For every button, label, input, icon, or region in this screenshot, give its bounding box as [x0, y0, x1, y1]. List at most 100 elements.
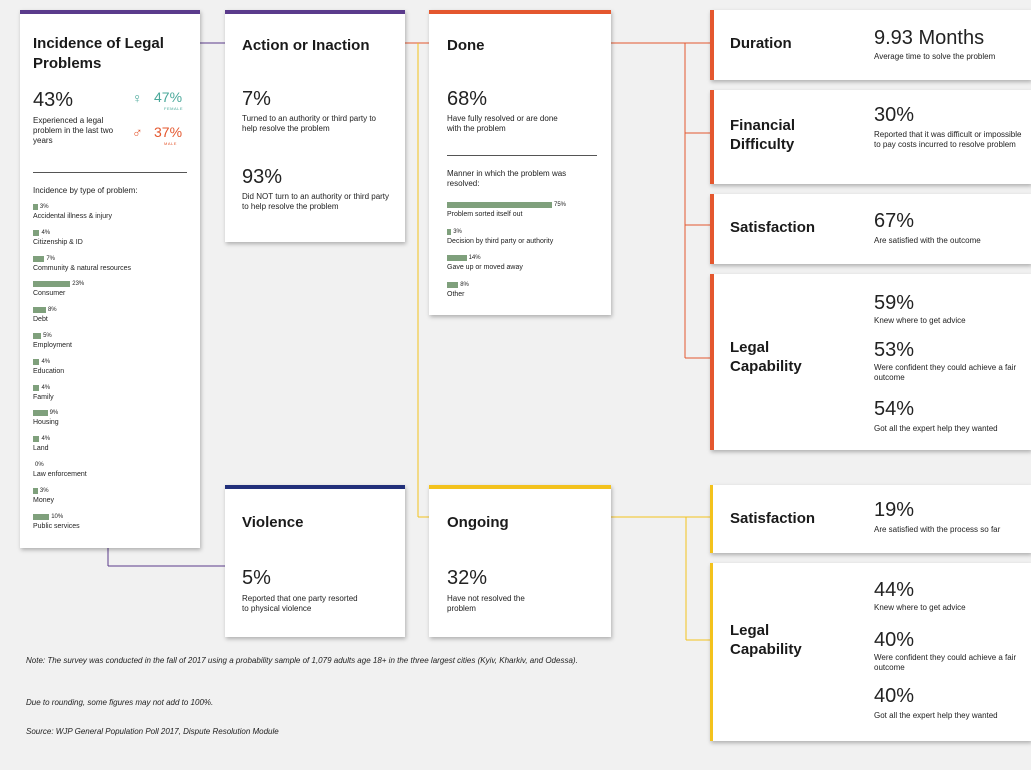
- incidence-description: Experienced a legal problem in the last …: [33, 116, 114, 145]
- type-bar-label: Employment: [33, 342, 72, 349]
- type-bar-label: Community & natural resources: [33, 264, 132, 272]
- capability-value-2: 53%: [874, 339, 915, 361]
- ongoing-percent: 32%: [447, 567, 488, 589]
- manner-bar-label: Problem sorted itself out: [447, 211, 523, 218]
- incidence-percent: 43%: [33, 89, 74, 111]
- duration-description: Average time to solve the problem: [874, 52, 996, 61]
- duration-value: 9.93 Months: [874, 27, 985, 49]
- male-icon: ♂: [132, 124, 143, 140]
- type-bar-value: 4%: [41, 358, 51, 365]
- source-note: Source: WJP General Population Poll 2017…: [26, 727, 279, 736]
- satisfaction-title: Satisfaction: [730, 219, 816, 236]
- satisfaction-card-done: Satisfaction 67% Are satisfied with the …: [710, 194, 1031, 264]
- satisfaction-description: Are satisfied with the process so far: [874, 525, 1001, 534]
- type-bar-label: Consumer: [33, 290, 66, 298]
- ongoing-title: Ongoing: [447, 514, 509, 531]
- type-bar-value: 8%: [47, 307, 57, 314]
- done-description: Have fully resolved or are done with the…: [447, 114, 558, 133]
- type-bar-value: 5%: [43, 333, 52, 339]
- satisfaction-value: 19%: [874, 499, 915, 521]
- type-bar: [33, 358, 40, 365]
- capability-card-ongoing: Legal Capability 44% Knew where to get a…: [710, 563, 1031, 741]
- type-bar-label: Accidental illness & injury: [33, 213, 112, 220]
- capability-desc-3: Got all the expert help they wanted: [874, 424, 998, 433]
- duration-card: Duration 9.93 Months Average time to sol…: [710, 10, 1031, 80]
- type-bar: [33, 255, 45, 262]
- done-title: Done: [447, 37, 485, 54]
- duration-title: Duration: [730, 35, 792, 52]
- done-percent: 68%: [447, 88, 488, 110]
- violence-description: Reported that one party resorted to phys…: [242, 594, 358, 613]
- manner-bar-label: Decision by third party or authority: [447, 237, 554, 245]
- manner-bar: [447, 202, 552, 208]
- type-bar-label: Land: [33, 445, 49, 453]
- type-bar-value: 7%: [46, 255, 55, 262]
- male-label: MALE: [164, 141, 177, 146]
- type-bar-value: 4%: [41, 229, 51, 236]
- female-percent: 47%: [154, 89, 183, 105]
- incidence-title: Incidence of Legal Problems: [33, 35, 164, 72]
- manner-bar-value: 3%: [453, 228, 462, 235]
- type-bar: [33, 384, 40, 391]
- divider: [33, 172, 187, 173]
- capability-value-3: 54%: [874, 398, 915, 420]
- type-bar-label: Education: [33, 367, 65, 375]
- financial-card: Financial Difficulty 30% Reported that i…: [710, 90, 1031, 184]
- action-desc-2: Did NOT turn to an authority or third pa…: [242, 192, 390, 211]
- type-bar: [33, 281, 71, 288]
- ongoing-description: Have not resolved the problem: [447, 594, 525, 613]
- capability-value-1: 59%: [874, 292, 915, 314]
- by-type-title: Incidence by type of problem:: [33, 186, 138, 195]
- female-label: FEMALE: [164, 106, 184, 111]
- type-bar-value: 3%: [39, 204, 49, 210]
- action-percent-2: 93%: [242, 166, 283, 188]
- survey-note: Note: The survey was conducted in the fa…: [26, 656, 578, 665]
- capability-value-1: 44%: [874, 579, 915, 601]
- type-bar-value: 23%: [72, 281, 85, 288]
- type-bar: [33, 333, 42, 339]
- financial-value: 30%: [874, 104, 915, 126]
- manner-title: Manner in which the problem was resolved…: [447, 169, 567, 188]
- type-bar: [33, 307, 46, 314]
- satisfaction-value: 67%: [874, 210, 915, 232]
- capability-title: Legal Capability: [730, 339, 802, 375]
- ongoing-card: Ongoing 32% Have not resolved the proble…: [429, 485, 611, 637]
- female-icon: ♀: [132, 90, 143, 106]
- type-bar-label: Family: [33, 393, 54, 401]
- male-percent: 37%: [154, 124, 183, 140]
- type-bar-value: 3%: [39, 487, 49, 494]
- type-bar-label: Citizenship & ID: [33, 238, 83, 246]
- manner-bar: [447, 281, 459, 288]
- capability-title: Legal Capability: [730, 622, 802, 658]
- type-bar-label: Public services: [33, 522, 80, 530]
- capability-desc-1: Knew where to get advice: [874, 316, 966, 325]
- manner-bar-label: Gave up or moved away: [447, 264, 523, 271]
- type-bar-label: Law enforcement: [33, 471, 87, 478]
- capability-desc-2: Were confident they could achieve a fair…: [874, 653, 1017, 672]
- type-bar-label: Debt: [33, 316, 48, 324]
- action-card: Action or Inaction 7% Turned to an autho…: [225, 10, 405, 242]
- satisfaction-card-ongoing: Satisfaction 19% Are satisfied with the …: [710, 485, 1031, 553]
- type-bar-value: 9%: [49, 410, 59, 417]
- capability-value-3: 40%: [874, 685, 915, 707]
- type-bar: [33, 229, 40, 236]
- divider: [447, 155, 597, 156]
- capability-card-done: Legal Capability 59% Knew where to get a…: [710, 274, 1031, 450]
- type-bar: [33, 204, 38, 210]
- action-title: Action or Inaction: [242, 37, 370, 54]
- satisfaction-title: Satisfaction: [730, 510, 816, 527]
- satisfaction-description: Are satisfied with the outcome: [874, 236, 981, 245]
- financial-description: Reported that it was difficult or imposs…: [874, 130, 1022, 149]
- manner-bar-value: 14%: [468, 255, 481, 261]
- violence-percent: 5%: [242, 567, 271, 589]
- violence-title: Violence: [242, 514, 304, 531]
- manner-bar-value: 75%: [554, 202, 567, 208]
- type-bar-label: Money: [33, 496, 55, 504]
- violence-card: Violence 5% Reported that one party reso…: [225, 485, 405, 637]
- financial-title: Financial Difficulty: [730, 117, 796, 153]
- type-bar-value: 10%: [51, 513, 64, 520]
- type-bar-value: 4%: [41, 384, 51, 391]
- capability-desc-3: Got all the expert help they wanted: [874, 711, 998, 720]
- rounding-note: Due to rounding, some figures may not ad…: [26, 698, 214, 707]
- type-bar-value: 0%: [35, 462, 44, 468]
